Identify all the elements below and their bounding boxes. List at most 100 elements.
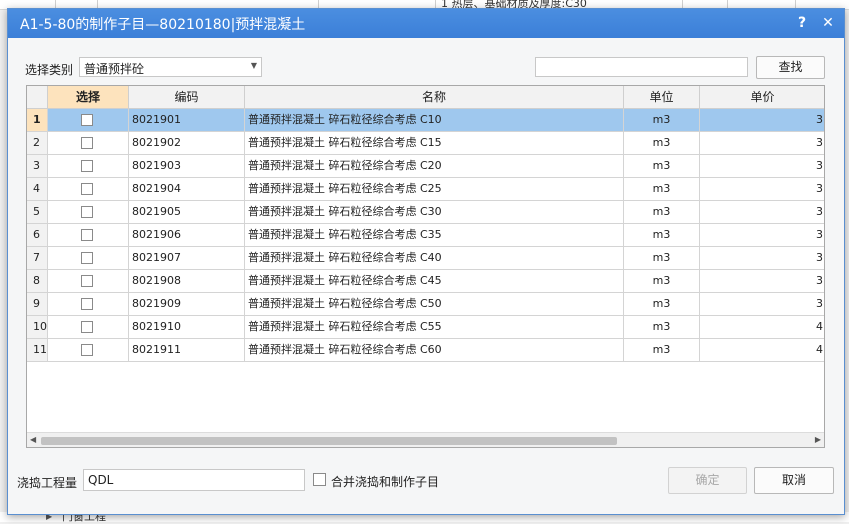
row-price: 3 — [700, 224, 824, 247]
help-icon[interactable]: ? — [792, 13, 812, 33]
row-price: 3 — [700, 247, 824, 270]
row-checkbox[interactable] — [81, 298, 93, 310]
row-checkbox[interactable] — [81, 344, 93, 356]
row-checkbox[interactable] — [81, 275, 93, 287]
find-button[interactable]: 查找 — [756, 56, 825, 79]
table-row[interactable]: 2 8021902 普通预拌混凝土 碎石粒径综合考虑 C15 m3 3 — [27, 132, 824, 155]
merge-label[interactable]: 合并浇捣和制作子目 — [331, 473, 439, 490]
row-code: 8021902 — [129, 132, 245, 155]
row-number: 4 — [27, 178, 48, 201]
table-row[interactable]: 3 8021903 普通预拌混凝土 碎石粒径综合考虑 C20 m3 3 — [27, 155, 824, 178]
chevron-down-icon: ▼ — [250, 61, 257, 70]
row-number: 3 — [27, 155, 48, 178]
category-select-value: 普通预拌砼 — [84, 62, 145, 76]
row-code: 8021904 — [129, 178, 245, 201]
row-name: 普通预拌混凝土 碎石粒径综合考虑 C15 — [245, 132, 624, 155]
row-unit: m3 — [624, 270, 700, 293]
row-unit: m3 — [624, 178, 700, 201]
table-row[interactable]: 8 8021908 普通预拌混凝土 碎石粒径综合考虑 C45 m3 3 — [27, 270, 824, 293]
scroll-right-icon[interactable]: ▶ — [815, 435, 821, 444]
category-label: 选择类别 — [25, 63, 74, 77]
ok-button[interactable]: 确定 — [668, 467, 747, 494]
table-row[interactable]: 6 8021906 普通预拌混凝土 碎石粒径综合考虑 C35 m3 3 — [27, 224, 824, 247]
row-select-cell — [48, 224, 129, 247]
row-code: 8021908 — [129, 270, 245, 293]
row-code: 8021905 — [129, 201, 245, 224]
row-number: 5 — [27, 201, 48, 224]
row-number: 10 — [27, 316, 48, 339]
row-checkbox[interactable] — [81, 160, 93, 172]
row-price: 3 — [700, 293, 824, 316]
row-select-cell — [48, 155, 129, 178]
row-number: 1 — [27, 109, 48, 132]
row-code: 8021911 — [129, 339, 245, 362]
row-name: 普通预拌混凝土 碎石粒径综合考虑 C45 — [245, 270, 624, 293]
grid-corner[interactable] — [27, 86, 48, 109]
column-header-unit[interactable]: 单位 — [624, 86, 700, 109]
row-code: 8021901 — [129, 109, 245, 132]
row-code: 8021907 — [129, 247, 245, 270]
scroll-left-icon[interactable]: ◀ — [30, 435, 36, 444]
row-checkbox[interactable] — [81, 206, 93, 218]
quantity-input[interactable]: QDL — [83, 469, 305, 491]
row-checkbox[interactable] — [81, 229, 93, 241]
row-name: 普通预拌混凝土 碎石粒径综合考虑 C35 — [245, 224, 624, 247]
row-unit: m3 — [624, 224, 700, 247]
close-icon[interactable]: ✕ — [818, 13, 838, 33]
row-checkbox[interactable] — [81, 137, 93, 149]
row-price: 3 — [700, 132, 824, 155]
table-row[interactable]: 1 8021901 普通预拌混凝土 碎石粒径综合考虑 C10 m3 3 — [27, 109, 824, 132]
row-name: 普通预拌混凝土 碎石粒径综合考虑 C50 — [245, 293, 624, 316]
row-select-cell — [48, 201, 129, 224]
quantity-label: 浇捣工程量 — [17, 476, 78, 490]
row-select-cell — [48, 178, 129, 201]
row-checkbox[interactable] — [81, 183, 93, 195]
row-number: 7 — [27, 247, 48, 270]
row-select-cell — [48, 270, 129, 293]
horizontal-scrollbar[interactable]: ◀ ▶ — [27, 432, 824, 447]
merge-checkbox[interactable] — [313, 473, 326, 486]
row-price: 4 — [700, 316, 824, 339]
row-name: 普通预拌混凝土 碎石粒径综合考虑 C25 — [245, 178, 624, 201]
category-select[interactable]: 普通预拌砼 ▼ — [79, 57, 262, 77]
table-row[interactable]: 4 8021904 普通预拌混凝土 碎石粒径综合考虑 C25 m3 3 — [27, 178, 824, 201]
quantity-input-value: QDL — [88, 473, 114, 487]
row-select-cell — [48, 132, 129, 155]
row-select-cell — [48, 247, 129, 270]
row-unit: m3 — [624, 339, 700, 362]
row-number: 8 — [27, 270, 48, 293]
row-price: 3 — [700, 201, 824, 224]
column-header-select[interactable]: 选择 — [48, 86, 129, 109]
dialog-titlebar[interactable]: A1-5-80的制作子目—80210180|预拌混凝土 ? ✕ — [8, 9, 844, 38]
table-row[interactable]: 11 8021911 普通预拌混凝土 碎石粒径综合考虑 C60 m3 4 — [27, 339, 824, 362]
row-unit: m3 — [624, 316, 700, 339]
row-price: 3 — [700, 178, 824, 201]
row-price: 4 — [700, 339, 824, 362]
scrollbar-thumb[interactable] — [41, 437, 617, 445]
row-name: 普通预拌混凝土 碎石粒径综合考虑 C30 — [245, 201, 624, 224]
row-number: 6 — [27, 224, 48, 247]
row-checkbox[interactable] — [81, 252, 93, 264]
row-price: 3 — [700, 109, 824, 132]
row-checkbox[interactable] — [81, 321, 93, 333]
table-row[interactable]: 7 8021907 普通预拌混凝土 碎石粒径综合考虑 C40 m3 3 — [27, 247, 824, 270]
row-code: 8021906 — [129, 224, 245, 247]
table-row[interactable]: 10 8021910 普通预拌混凝土 碎石粒径综合考虑 C55 m3 4 — [27, 316, 824, 339]
search-input[interactable] — [535, 57, 748, 77]
row-checkbox[interactable] — [81, 114, 93, 126]
row-name: 普通预拌混凝土 碎石粒径综合考虑 C40 — [245, 247, 624, 270]
row-name: 普通预拌混凝土 碎石粒径综合考虑 C10 — [245, 109, 624, 132]
row-name: 普通预拌混凝土 碎石粒径综合考虑 C20 — [245, 155, 624, 178]
column-header-code[interactable]: 编码 — [129, 86, 245, 109]
row-unit: m3 — [624, 247, 700, 270]
table-row[interactable]: 5 8021905 普通预拌混凝土 碎石粒径综合考虑 C30 m3 3 — [27, 201, 824, 224]
column-header-price[interactable]: 单价 — [700, 86, 824, 109]
cancel-button[interactable]: 取消 — [754, 467, 834, 494]
row-unit: m3 — [624, 132, 700, 155]
row-number: 2 — [27, 132, 48, 155]
column-header-name[interactable]: 名称 — [245, 86, 624, 109]
row-unit: m3 — [624, 293, 700, 316]
table-row[interactable]: 9 8021909 普通预拌混凝土 碎石粒径综合考虑 C50 m3 3 — [27, 293, 824, 316]
row-number: 9 — [27, 293, 48, 316]
row-select-cell — [48, 109, 129, 132]
